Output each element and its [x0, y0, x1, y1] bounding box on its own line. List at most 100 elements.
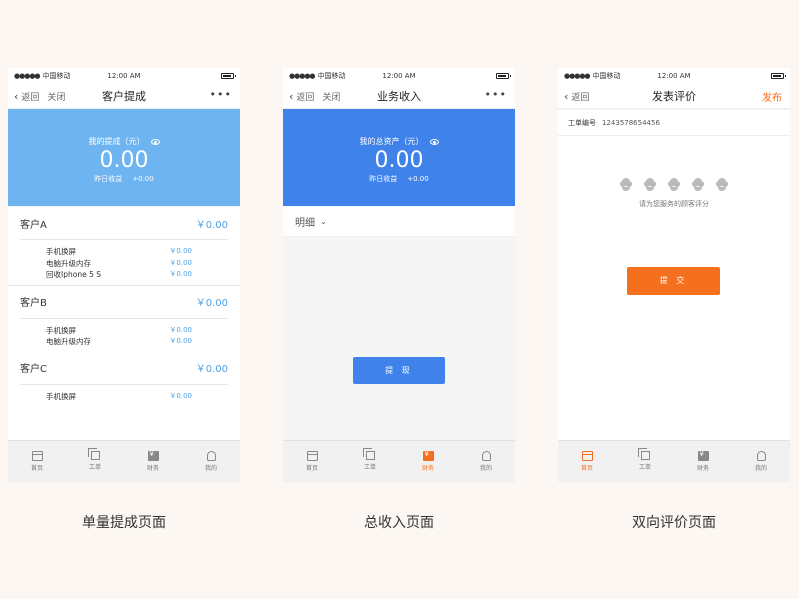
- eye-icon[interactable]: [429, 138, 439, 145]
- yesterday-value: +0.00: [407, 175, 429, 183]
- tab-finance[interactable]: 财务: [674, 441, 732, 482]
- item-value: ￥0.00: [169, 337, 192, 345]
- back-label: 返回: [571, 92, 590, 103]
- order-icon: [362, 448, 375, 460]
- status-time: 12:00 AM: [107, 72, 141, 80]
- customer-name: 客户A: [20, 219, 47, 231]
- page-title: 发表评价: [652, 90, 696, 103]
- banner-amount: 0.00: [99, 148, 149, 173]
- finance-icon: [147, 450, 159, 461]
- home-icon: [31, 451, 43, 461]
- chevron-left-icon: ‹: [289, 89, 294, 103]
- rating-flower-icon[interactable]: [715, 178, 729, 192]
- status-bar: ●●●●● 中国移动 12:00 AM: [558, 68, 790, 84]
- chevron-down-icon: ⌄: [320, 217, 327, 226]
- back-button[interactable]: ‹ 返回: [14, 90, 39, 103]
- item-label: 手机换屏: [46, 247, 76, 256]
- finance-icon: [422, 450, 434, 461]
- tab-profile[interactable]: 我的: [732, 441, 790, 482]
- status-bar: ●●●●● 中国移动 12:00 AM: [8, 68, 240, 84]
- tab-home[interactable]: 首页: [558, 441, 616, 482]
- tab-label: 财务: [146, 465, 159, 472]
- customer-list: 客户A ￥0.00 手机换屏 ￥0.00 电脑升级内存 ￥0.00 回收Iphone…: [8, 207, 240, 440]
- tab-profile[interactable]: 我的: [182, 441, 240, 482]
- banner-label: 我的提成（元）: [88, 137, 145, 146]
- tab-label: 首页: [30, 465, 43, 472]
- rating-flower-icon[interactable]: [691, 178, 705, 192]
- rating-flower-icon[interactable]: [643, 178, 657, 192]
- eye-icon[interactable]: [150, 138, 160, 145]
- item-value: ￥0.00: [169, 391, 192, 400]
- battery-icon: [771, 73, 786, 79]
- customer-group[interactable]: 客户C ￥0.00 手机换屏 ￥0.00: [8, 352, 240, 407]
- customer-amount: ￥0.00: [195, 364, 228, 375]
- back-button[interactable]: ‹ 返回: [564, 90, 589, 103]
- item-value: ￥0.00: [169, 270, 192, 278]
- profile-icon: [481, 451, 491, 461]
- close-button[interactable]: 关闭: [322, 90, 340, 103]
- list-item: 手机换屏 ￥0.00: [46, 325, 228, 337]
- status-time: 12:00 AM: [657, 72, 691, 80]
- tab-orders[interactable]: 工单: [66, 441, 124, 482]
- detail-dropdown[interactable]: 明细 ⌄: [283, 207, 515, 237]
- yesterday-label: 昨日收益: [94, 175, 123, 183]
- review-screen: ●●●●● 中国移动 12:00 AM ‹ 返回 发表评价 发布 工单编号 12…: [558, 68, 790, 482]
- submit-button[interactable]: 提 交: [627, 267, 720, 295]
- rating-flower-icon[interactable]: [619, 178, 633, 192]
- page-title: 业务收入: [377, 90, 421, 103]
- chevron-left-icon: ‹: [564, 89, 569, 103]
- status-time: 12:00 AM: [382, 72, 416, 80]
- tab-label: 工单: [88, 464, 101, 471]
- back-label: 返回: [21, 92, 40, 103]
- list-item: 回收Iphone 5 S ￥0.00: [46, 269, 228, 281]
- caption-commission: 单量提成页面: [82, 515, 166, 531]
- more-icon[interactable]: •••: [485, 88, 507, 101]
- tab-home[interactable]: 首页: [283, 441, 341, 482]
- list-item: 电脑升级内存 ￥0.00: [46, 336, 228, 348]
- income-screen: ●●●●● 中国移动 12:00 AM ‹ 返回 关闭 业务收入 ••• 我的总…: [283, 68, 515, 482]
- tab-label: 首页: [580, 465, 593, 472]
- publish-button[interactable]: 发布: [762, 89, 782, 104]
- back-button[interactable]: ‹ 返回: [289, 90, 314, 103]
- page-title: 客户提成: [102, 90, 146, 103]
- item-label: 手机换屏: [46, 391, 76, 401]
- item-value: ￥0.00: [169, 247, 192, 255]
- tab-label: 首页: [305, 465, 318, 472]
- order-number-row: 工单编号 1243578654456: [558, 110, 790, 136]
- item-label: 手机换屏: [46, 325, 76, 335]
- more-icon[interactable]: •••: [210, 88, 232, 101]
- tab-home[interactable]: 首页: [8, 441, 66, 482]
- tab-label: 工单: [363, 464, 376, 471]
- item-label: 电脑升级内存: [46, 337, 91, 346]
- order-label: 工单编号: [568, 118, 596, 127]
- tab-profile[interactable]: 我的: [457, 441, 515, 482]
- item-value: ￥0.00: [169, 325, 192, 334]
- status-bar: ●●●●● 中国移动 12:00 AM: [283, 68, 515, 84]
- tab-finance[interactable]: 财务: [124, 441, 182, 482]
- review-body: 工单编号 1243578654456 请为您服务的顾客评分 提 交: [558, 110, 790, 440]
- tab-bar: 首页 工单 财务 我的: [283, 440, 515, 482]
- close-button[interactable]: 关闭: [47, 90, 65, 103]
- finance-icon: [697, 450, 709, 461]
- tab-label: 财务: [421, 465, 434, 472]
- tab-label: 工单: [638, 464, 651, 471]
- yesterday-label: 昨日收益: [369, 175, 398, 183]
- tab-orders[interactable]: 工单: [616, 441, 674, 482]
- order-icon: [87, 448, 100, 460]
- nav-bar: ‹ 返回 发表评价 发布: [558, 84, 790, 109]
- rating-hint: 请为您服务的顾客评分: [639, 200, 709, 208]
- tab-orders[interactable]: 工单: [341, 441, 399, 482]
- customer-group[interactable]: 客户B ￥0.00 手机换屏 ￥0.00 电脑升级内存 ￥0.00: [8, 286, 240, 352]
- withdraw-button[interactable]: 提 现: [353, 357, 445, 384]
- profile-icon: [206, 451, 216, 461]
- item-label: 回收Iphone 5 S: [46, 270, 101, 279]
- tab-bar: 首页 工单 财务 我的: [558, 440, 790, 482]
- nav-bar: ‹ 返回 关闭 业务收入 •••: [283, 84, 515, 109]
- order-icon: [637, 448, 650, 460]
- tab-finance[interactable]: 财务: [399, 441, 457, 482]
- caption-review: 双向评价页面: [632, 515, 716, 531]
- rating-flower-icon[interactable]: [667, 178, 681, 192]
- customer-group[interactable]: 客户A ￥0.00 手机换屏 ￥0.00 电脑升级内存 ￥0.00 回收Iphone…: [8, 207, 240, 286]
- customer-amount: ￥0.00: [195, 298, 228, 309]
- chevron-left-icon: ‹: [14, 89, 19, 103]
